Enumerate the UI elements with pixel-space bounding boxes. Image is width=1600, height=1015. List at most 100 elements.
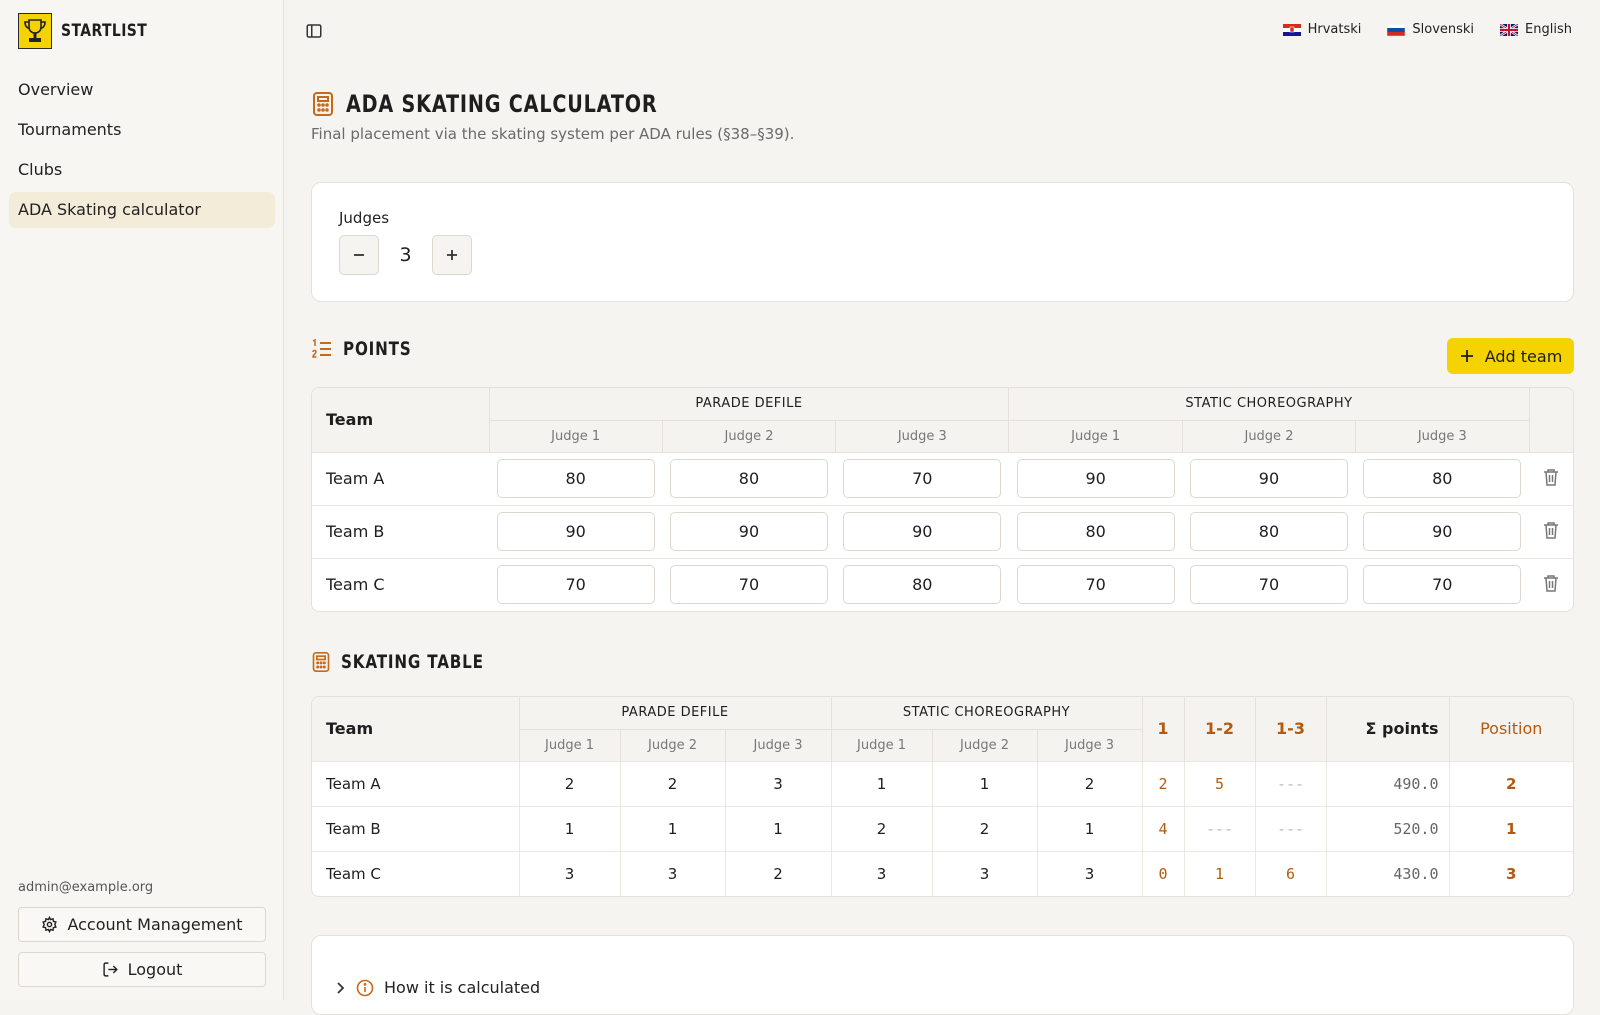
rank-cell: 1: [1036, 805, 1142, 851]
how-it-is-calculated-label: How it is calculated: [384, 978, 541, 997]
add-team-button[interactable]: Add team: [1447, 338, 1574, 374]
decrement-judges-button[interactable]: [339, 235, 379, 275]
sum-points-cell: 490.0: [1325, 760, 1449, 806]
language-slovenski[interactable]: Slovenski: [1387, 22, 1474, 37]
sidebar-toggle-icon[interactable]: [305, 22, 323, 44]
team-column-header: Team: [326, 410, 374, 430]
sum-points-header: Σ points: [1325, 697, 1449, 761]
account-management-button[interactable]: Account Management: [18, 907, 266, 942]
account-management-label: Account Management: [67, 915, 243, 934]
table-row: Team A: [312, 451, 1573, 505]
sidebar-item-ada-skating-calculator[interactable]: ADA Skating calculator: [9, 192, 275, 228]
sidebar-item-clubs[interactable]: Clubs: [9, 152, 275, 188]
team-name: Team C: [312, 850, 519, 896]
team-name: Team A: [312, 451, 489, 505]
group-header-parade-defile: PARADE DEFILE: [488, 388, 1009, 421]
add-team-label: Add team: [1484, 346, 1563, 366]
rank-cell: 3: [830, 850, 932, 896]
judge-header: Judge 1: [488, 420, 663, 452]
rank-cell: 1: [830, 760, 932, 806]
table-row: Team C 3 3 2 3 3 3 0 1 6 430.0 3: [312, 850, 1573, 896]
language-hrvatski-label: Hrvatski: [1307, 22, 1362, 37]
points-input[interactable]: [669, 459, 828, 498]
points-section-title: POINTS: [343, 338, 412, 360]
points-input[interactable]: [843, 459, 1002, 498]
points-input[interactable]: [496, 565, 655, 605]
judge-header: Judge 2: [1181, 420, 1356, 452]
table-row: Team A 2 2 3 1 1 2 2 5 --- 490.0 2: [312, 760, 1573, 806]
majority-cell: ---: [1254, 760, 1326, 806]
trophy-logo-icon: [18, 13, 52, 49]
position-cell: 2: [1448, 760, 1573, 806]
language-hrvatski[interactable]: Hrvatski: [1282, 22, 1362, 37]
sidebar-item-overview[interactable]: Overview: [9, 72, 275, 108]
points-input[interactable]: [669, 565, 828, 605]
judge-header: Judge 1: [830, 729, 932, 761]
skating-section-title: SKATING TABLE: [341, 651, 484, 673]
majority-header: 1-2: [1183, 697, 1255, 761]
page-title: ADA SKATING CALCULATOR: [346, 90, 658, 118]
sidebar-item-tournaments[interactable]: Tournaments: [9, 112, 275, 148]
increment-judges-button[interactable]: [432, 235, 472, 275]
points-input[interactable]: [843, 512, 1002, 551]
delete-team-button[interactable]: [1529, 557, 1573, 611]
language-english-label: English: [1525, 22, 1572, 37]
judge-header: Judge 3: [724, 729, 831, 761]
judge-header: Judge 2: [619, 729, 725, 761]
points-input[interactable]: [496, 512, 655, 551]
judges-card: Judges 3: [311, 182, 1574, 302]
majority-cell: 6: [1254, 850, 1326, 896]
rank-cell: 2: [830, 805, 932, 851]
points-input[interactable]: [1189, 565, 1348, 605]
sum-points-cell: 520.0: [1325, 805, 1449, 851]
how-it-is-calculated-toggle[interactable]: How it is calculated: [334, 978, 540, 997]
points-input[interactable]: [1363, 512, 1522, 551]
rank-cell: 3: [518, 850, 620, 896]
info-icon: [356, 979, 374, 996]
points-input[interactable]: [1189, 459, 1348, 498]
logout-icon: [103, 962, 118, 977]
rank-cell: 3: [619, 850, 725, 896]
group-header-parade-defile: PARADE DEFILE: [518, 697, 831, 730]
position-cell: 1: [1448, 805, 1573, 851]
language-english[interactable]: English: [1500, 22, 1572, 37]
logout-button[interactable]: Logout: [18, 952, 266, 987]
rank-cell: 2: [518, 760, 620, 806]
judge-header: Judge 3: [1036, 729, 1142, 761]
judge-header: Judge 3: [1355, 420, 1529, 452]
majority-cell: 4: [1141, 805, 1184, 851]
team-name: Team C: [312, 557, 489, 611]
uk-flag-icon: [1500, 23, 1519, 36]
rank-cell: 1: [619, 805, 725, 851]
points-input[interactable]: [1016, 459, 1175, 498]
brand[interactable]: STARTLIST: [18, 13, 166, 49]
skating-section-header: SKATING TABLE: [311, 651, 520, 673]
rank-cell: 3: [931, 850, 1037, 896]
trash-icon: [1544, 468, 1558, 486]
judges-count: 3: [399, 244, 412, 266]
page-subtitle: Final placement via the skating system p…: [311, 125, 795, 143]
calculator-icon: [312, 652, 330, 672]
team-name: Team B: [312, 805, 519, 851]
points-input[interactable]: [843, 565, 1002, 605]
points-input[interactable]: [1189, 512, 1348, 551]
points-input[interactable]: [669, 512, 828, 551]
user-email: admin@example.org: [18, 880, 154, 895]
rank-cell: 2: [724, 850, 831, 896]
judges-stepper: 3: [339, 235, 472, 275]
points-input[interactable]: [1016, 565, 1175, 605]
team-name: Team A: [312, 760, 519, 806]
points-input[interactable]: [1016, 512, 1175, 551]
rank-cell: 2: [931, 805, 1037, 851]
trash-icon: [1544, 521, 1558, 539]
rank-cell: 1: [931, 760, 1037, 806]
delete-team-button[interactable]: [1529, 451, 1573, 505]
delete-team-button[interactable]: [1529, 504, 1573, 558]
group-header-static-choreography: STATIC CHOREOGRAPHY: [830, 697, 1142, 730]
points-input[interactable]: [1363, 565, 1522, 605]
majority-cell: ---: [1254, 805, 1326, 851]
chevron-right-icon: [337, 981, 345, 994]
points-section-header: POINTS: [311, 338, 429, 360]
points-input[interactable]: [1363, 459, 1522, 498]
points-input[interactable]: [496, 459, 655, 498]
